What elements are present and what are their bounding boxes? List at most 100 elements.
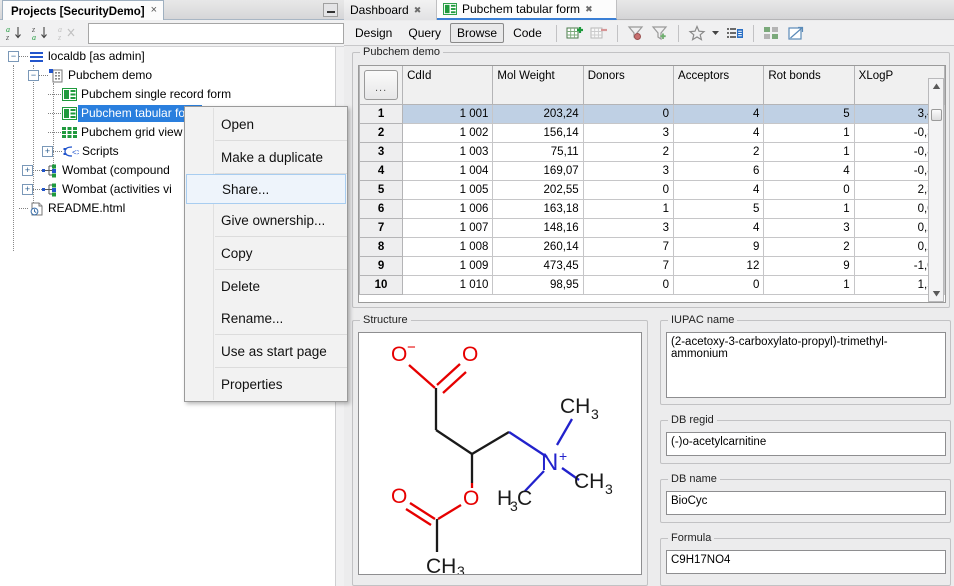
- cell-donors[interactable]: 0: [583, 104, 673, 123]
- cell-acceptors[interactable]: 6: [674, 161, 764, 180]
- layout-icon[interactable]: [761, 23, 783, 43]
- row-number[interactable]: 5: [360, 180, 403, 199]
- cell-mol-weight[interactable]: 202,55: [493, 180, 583, 199]
- row-number[interactable]: 8: [360, 237, 403, 256]
- cell-mol-weight[interactable]: 156,14: [493, 123, 583, 142]
- menu-item-rename[interactable]: Rename...: [185, 302, 347, 334]
- tab-projects[interactable]: Projects [SecurityDemo] ×: [2, 0, 164, 20]
- menu-item-properties[interactable]: Properties: [185, 368, 347, 400]
- cell-acceptors[interactable]: 5: [674, 199, 764, 218]
- tree-item-pubchem-demo[interactable]: − Pubchem demo: [0, 66, 335, 85]
- menu-item-use-as-start-page[interactable]: Use as start page: [185, 335, 347, 367]
- cell-acceptors[interactable]: 9: [674, 237, 764, 256]
- cell-cdid[interactable]: 1 009: [403, 256, 493, 275]
- cell-cdid[interactable]: 1 007: [403, 218, 493, 237]
- pubchem-grid[interactable]: ... CdId Mol Weight Donors Acceptors Rot…: [359, 66, 945, 295]
- tree-expander-icon[interactable]: +: [42, 146, 53, 157]
- field-list-icon[interactable]: [724, 23, 746, 43]
- data-table[interactable]: ... CdId Mol Weight Donors Acceptors Rot…: [358, 65, 946, 303]
- cell-rot-bonds[interactable]: 1: [764, 123, 854, 142]
- cell-acceptors[interactable]: 12: [674, 256, 764, 275]
- close-icon[interactable]: ✖: [414, 5, 421, 16]
- row-number[interactable]: 9: [360, 256, 403, 275]
- cell-mol-weight[interactable]: 75,11: [493, 142, 583, 161]
- cell-cdid[interactable]: 1 005: [403, 180, 493, 199]
- scroll-down-icon[interactable]: [929, 286, 943, 301]
- cell-rot-bonds[interactable]: 2: [764, 237, 854, 256]
- row-number[interactable]: 3: [360, 142, 403, 161]
- field-value-iupac-name[interactable]: (2-acetoxy-3-carboxylato-propyl)-trimeth…: [666, 332, 946, 398]
- cell-acceptors[interactable]: 4: [674, 180, 764, 199]
- tab-dashboard[interactable]: Dashboard ✖: [344, 0, 437, 20]
- field-value-formula[interactable]: C9H17NO4: [666, 550, 946, 574]
- cell-cdid[interactable]: 1 006: [403, 199, 493, 218]
- mode-code[interactable]: Code: [506, 23, 549, 43]
- cell-cdid[interactable]: 1 010: [403, 275, 493, 294]
- cell-mol-weight[interactable]: 163,18: [493, 199, 583, 218]
- table-row[interactable]: 8 1 008 260,14 7 9 2 0,22: [360, 237, 945, 256]
- clear-sort-icon[interactable]: a z: [56, 22, 79, 44]
- favorite-star-icon[interactable]: [686, 23, 708, 43]
- cell-mol-weight[interactable]: 169,07: [493, 161, 583, 180]
- cell-cdid[interactable]: 1 004: [403, 161, 493, 180]
- cell-mol-weight[interactable]: 203,24: [493, 104, 583, 123]
- column-header-acceptors[interactable]: Acceptors: [674, 66, 764, 104]
- tree-item-localdb[interactable]: − localdb [as admin]: [0, 47, 335, 66]
- table-row[interactable]: 10 1 010 98,95 0 0 1 1,52: [360, 275, 945, 294]
- menu-item-make-a-duplicate[interactable]: Make a duplicate: [185, 141, 347, 173]
- cell-donors[interactable]: 3: [583, 218, 673, 237]
- tab-pubchem-tabular-form[interactable]: Pubchem tabular form ✖: [437, 0, 617, 20]
- cell-donors[interactable]: 3: [583, 123, 673, 142]
- cell-cdid[interactable]: 1 003: [403, 142, 493, 161]
- menu-item-delete[interactable]: Delete: [185, 270, 347, 302]
- column-header-cdid[interactable]: CdId: [403, 66, 493, 104]
- cell-mol-weight[interactable]: 260,14: [493, 237, 583, 256]
- sort-ascending-icon[interactable]: a z: [4, 22, 27, 44]
- scroll-up-icon[interactable]: [929, 79, 943, 94]
- table-row[interactable]: 4 1 004 169,07 3 6 4 -0,84: [360, 161, 945, 180]
- row-number[interactable]: 7: [360, 218, 403, 237]
- cell-rot-bonds[interactable]: 1: [764, 142, 854, 161]
- row-header-menu-button[interactable]: ...: [360, 66, 403, 104]
- cell-cdid[interactable]: 1 008: [403, 237, 493, 256]
- form-splitter[interactable]: [648, 320, 660, 582]
- row-number[interactable]: 6: [360, 199, 403, 218]
- tree-expander-icon[interactable]: +: [22, 165, 33, 176]
- cell-mol-weight[interactable]: 148,16: [493, 218, 583, 237]
- context-menu[interactable]: Open Make a duplicate Share... Give owne…: [184, 106, 348, 402]
- table-vertical-scrollbar[interactable]: [928, 78, 944, 302]
- cell-donors[interactable]: 0: [583, 275, 673, 294]
- column-header-rot-bonds[interactable]: Rot bonds: [764, 66, 854, 104]
- table-row[interactable]: 7 1 007 148,16 3 4 3 0,22: [360, 218, 945, 237]
- cell-rot-bonds[interactable]: 5: [764, 104, 854, 123]
- favorite-dropdown-icon[interactable]: [710, 23, 722, 43]
- field-value-db-name[interactable]: BioCyc: [666, 491, 946, 515]
- cell-acceptors[interactable]: 4: [674, 104, 764, 123]
- table-row[interactable]: 9 1 009 473,45 7 12 9 -1,04: [360, 256, 945, 275]
- cell-donors[interactable]: 1: [583, 199, 673, 218]
- cell-acceptors[interactable]: 2: [674, 142, 764, 161]
- column-header-mol-weight[interactable]: Mol Weight: [493, 66, 583, 104]
- cell-acceptors[interactable]: 0: [674, 275, 764, 294]
- mode-design[interactable]: Design: [348, 23, 399, 43]
- table-row[interactable]: 6 1 006 163,18 1 5 1 0,09: [360, 199, 945, 218]
- table-row[interactable]: 1 1 001 203,24 0 4 5 3,41: [360, 104, 945, 123]
- row-number[interactable]: 2: [360, 123, 403, 142]
- scrollbar-thumb[interactable]: [931, 109, 942, 121]
- project-filter-input[interactable]: [88, 23, 344, 44]
- cell-mol-weight[interactable]: 473,45: [493, 256, 583, 275]
- cell-mol-weight[interactable]: 98,95: [493, 275, 583, 294]
- cell-rot-bonds[interactable]: 3: [764, 218, 854, 237]
- cell-donors[interactable]: 7: [583, 237, 673, 256]
- cell-rot-bonds[interactable]: 1: [764, 275, 854, 294]
- cell-donors[interactable]: 7: [583, 256, 673, 275]
- table-row[interactable]: 2 1 002 156,14 3 4 1 -0,31: [360, 123, 945, 142]
- menu-item-copy[interactable]: Copy: [185, 237, 347, 269]
- menu-item-share[interactable]: Share...: [186, 174, 346, 204]
- cell-rot-bonds[interactable]: 4: [764, 161, 854, 180]
- clear-filter-icon[interactable]: [625, 23, 647, 43]
- mode-browse[interactable]: Browse: [450, 23, 504, 43]
- cell-donors[interactable]: 0: [583, 180, 673, 199]
- cell-rot-bonds[interactable]: 1: [764, 199, 854, 218]
- field-value-db-regid[interactable]: (-)o-acetylcarnitine: [666, 432, 946, 456]
